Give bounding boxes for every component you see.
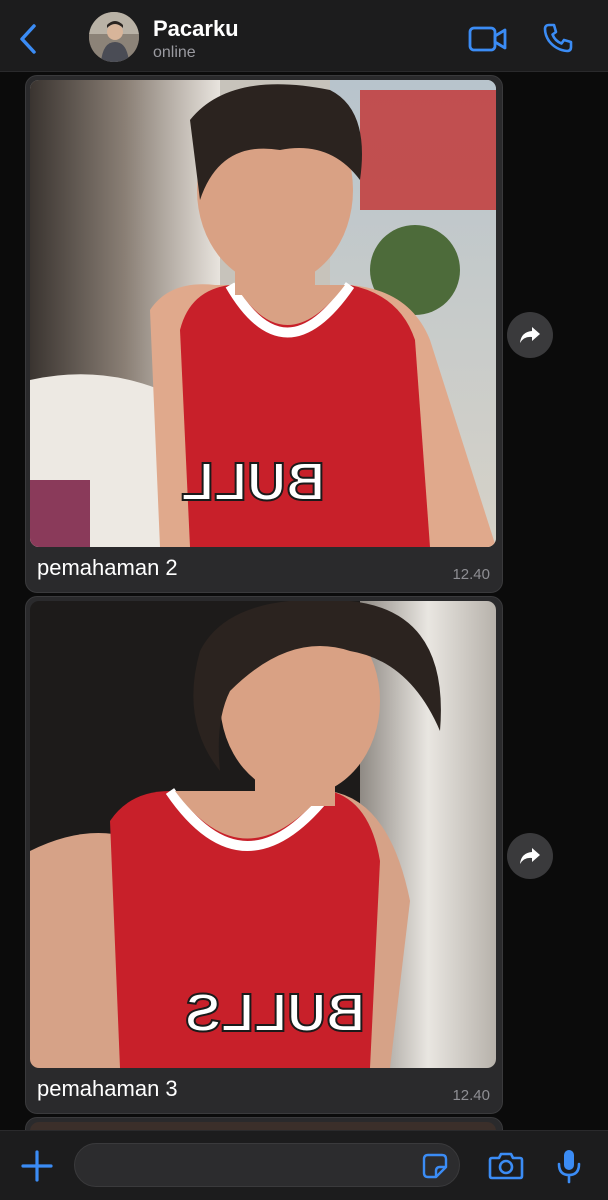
video-call-button[interactable] bbox=[468, 24, 508, 54]
contact-status: online bbox=[153, 44, 196, 61]
avatar-image bbox=[89, 12, 139, 62]
back-button[interactable] bbox=[14, 22, 44, 56]
video-camera-icon bbox=[468, 26, 507, 52]
forward-button[interactable] bbox=[507, 833, 553, 879]
chat-area[interactable]: BULL pemahaman 2 12.40 BULLS pemahaman 3… bbox=[0, 72, 608, 1130]
message-caption: pemahaman 3 bbox=[37, 1076, 178, 1101]
forward-arrow-icon bbox=[520, 327, 540, 343]
phone-icon bbox=[543, 23, 573, 53]
message-bubble[interactable]: BULL pemahaman 2 12.40 bbox=[25, 75, 503, 593]
message-caption: pemahaman 2 bbox=[37, 555, 178, 580]
voice-call-button[interactable] bbox=[542, 22, 574, 54]
sticker-button[interactable] bbox=[422, 1153, 448, 1179]
contact-name[interactable]: Pacarku bbox=[153, 16, 239, 42]
photo-attachment[interactable]: BULLS bbox=[30, 601, 496, 1068]
svg-text:BULL: BULL bbox=[181, 452, 325, 512]
camera-button[interactable] bbox=[488, 1151, 524, 1181]
plus-icon bbox=[21, 1150, 53, 1182]
chevron-left-icon bbox=[20, 24, 36, 54]
sticker-icon bbox=[422, 1153, 448, 1179]
message-bubble[interactable] bbox=[25, 1117, 503, 1130]
message-bubble[interactable]: BULLS pemahaman 3 12.40 bbox=[25, 596, 503, 1114]
chat-header: Pacarku online bbox=[0, 0, 608, 72]
photo-attachment[interactable] bbox=[30, 1122, 496, 1130]
message-input-bar bbox=[0, 1130, 608, 1200]
message-time: 12.40 bbox=[452, 566, 490, 583]
microphone-icon bbox=[557, 1150, 581, 1184]
photo-image: BULLS bbox=[30, 601, 496, 1068]
attach-button[interactable] bbox=[20, 1149, 54, 1183]
photo-image: BULL bbox=[30, 80, 496, 547]
message-time: 12.40 bbox=[452, 1087, 490, 1104]
avatar[interactable] bbox=[89, 12, 139, 62]
forward-button[interactable] bbox=[507, 312, 553, 358]
forward-arrow-icon bbox=[520, 848, 540, 864]
svg-text:BULLS: BULLS bbox=[185, 983, 365, 1043]
microphone-button[interactable] bbox=[556, 1148, 582, 1184]
message-input[interactable] bbox=[74, 1143, 460, 1187]
photo-attachment[interactable]: BULL bbox=[30, 80, 496, 547]
camera-icon bbox=[488, 1152, 524, 1180]
